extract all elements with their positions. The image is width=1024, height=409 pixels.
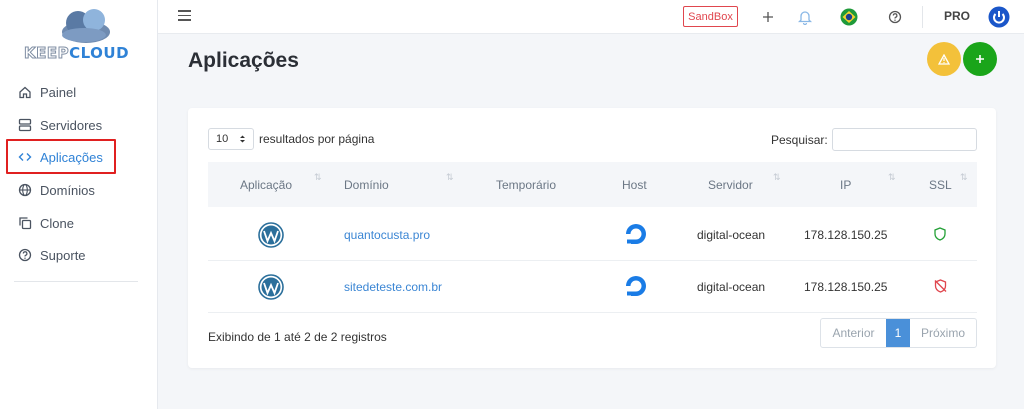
column-header-host[interactable]: Host <box>622 178 647 192</box>
wordpress-icon <box>258 222 284 251</box>
sort-arrows-icon <box>240 135 245 143</box>
sidebar-item-label: Suporte <box>40 247 86 263</box>
add-application-button[interactable] <box>963 42 997 76</box>
help-icon <box>18 248 32 262</box>
shield-off-icon <box>934 279 947 296</box>
column-header-aplicacao[interactable]: Aplicação <box>240 178 292 192</box>
digitalocean-icon <box>622 220 650 251</box>
brazil-flag-icon[interactable] <box>840 8 858 26</box>
shield-check-icon <box>934 227 946 244</box>
sort-icon[interactable]: ⇅ <box>888 172 895 183</box>
home-icon <box>19 86 31 99</box>
applications-card: 10 resultados por página Pesquisar: Apli… <box>188 108 996 368</box>
page-size-label: resultados por página <box>259 132 375 146</box>
ip-address: 178.128.150.25 <box>804 228 888 242</box>
column-header-ip[interactable]: IP <box>840 178 851 192</box>
domain-link[interactable]: sitedeteste.com.br <box>344 280 442 294</box>
sidebar-item-label: Painel <box>40 84 77 100</box>
menu-toggle-icon[interactable] <box>178 10 191 22</box>
sort-icon[interactable]: ⇅ <box>446 172 453 183</box>
warning-icon <box>938 53 950 65</box>
sort-icon[interactable]: ⇅ <box>773 172 780 183</box>
warning-button[interactable] <box>927 42 961 76</box>
column-header-temporario[interactable]: Temporário <box>496 178 556 192</box>
server-name: digital-ocean <box>697 228 766 242</box>
sidebar-item-suporte[interactable]: Suporte <box>18 245 86 265</box>
sidebar-item-aplicacoes[interactable]: Aplicações <box>18 147 103 167</box>
topbar: SandBox PRO <box>158 0 1024 34</box>
sidebar-item-label: Clone <box>40 215 74 231</box>
bell-icon[interactable] <box>796 8 814 26</box>
sidebar-item-clone[interactable]: Clone <box>18 213 74 233</box>
sidebar-item-painel[interactable]: Painel <box>18 82 76 102</box>
sidebar-item-dominios[interactable]: Domínios <box>18 180 95 200</box>
search-label: Pesquisar: <box>771 133 828 147</box>
domain-link[interactable]: quantocusta.pro <box>344 228 430 242</box>
sidebar: KEEPCLOUD Painel Servidores Aplicações D… <box>0 0 158 409</box>
sidebar-item-label: Servidores <box>40 117 103 133</box>
sort-icon[interactable]: ⇅ <box>960 172 967 183</box>
logo-wordmark: KEEPCLOUD <box>23 44 130 63</box>
column-header-ssl[interactable]: SSL <box>929 178 952 192</box>
help-icon[interactable] <box>886 8 904 26</box>
server-name: digital-ocean <box>697 280 766 294</box>
page-size-select[interactable]: 10 <box>208 128 254 150</box>
table-row[interactable]: quantocusta.pro digital-ocean 178.128.15… <box>208 209 977 261</box>
ip-address: 178.128.150.25 <box>804 280 888 294</box>
plan-label: PRO <box>944 9 971 23</box>
server-icon <box>18 118 32 132</box>
plus-icon <box>976 55 984 63</box>
page-size-value: 10 <box>216 133 229 145</box>
sidebar-item-label: Aplicações <box>40 149 103 165</box>
page-1-button[interactable]: 1 <box>886 319 910 347</box>
previous-page-button[interactable]: Anterior <box>821 319 886 347</box>
table-header: Aplicação ⇅ Domínio ⇅ Temporário Host Se… <box>208 162 977 207</box>
page-title: Aplicações <box>188 49 299 72</box>
sidebar-divider <box>14 281 138 282</box>
table-row[interactable]: sitedeteste.com.br digital-ocean 178.128… <box>208 261 977 313</box>
next-page-button[interactable]: Próximo <box>910 319 976 347</box>
sandbox-button[interactable]: SandBox <box>683 6 738 27</box>
copy-icon <box>19 217 32 230</box>
page-size-control: 10 resultados por página <box>208 128 374 150</box>
column-header-servidor[interactable]: Servidor <box>708 178 753 192</box>
sort-icon[interactable]: ⇅ <box>314 172 321 183</box>
table-info: Exibindo de 1 até 2 de 2 registros <box>208 330 387 344</box>
pagination: Anterior 1 Próximo <box>820 318 977 348</box>
search-input[interactable] <box>832 128 977 151</box>
code-icon <box>18 153 32 161</box>
sidebar-item-servidores[interactable]: Servidores <box>18 115 102 135</box>
topbar-divider <box>922 6 923 28</box>
power-icon[interactable] <box>988 6 1010 28</box>
column-header-dominio[interactable]: Domínio <box>344 178 389 192</box>
sidebar-item-label: Domínios <box>40 182 95 198</box>
wordpress-icon <box>258 274 284 303</box>
add-icon[interactable] <box>759 8 777 26</box>
globe-icon <box>18 183 32 197</box>
digitalocean-icon <box>622 272 650 303</box>
